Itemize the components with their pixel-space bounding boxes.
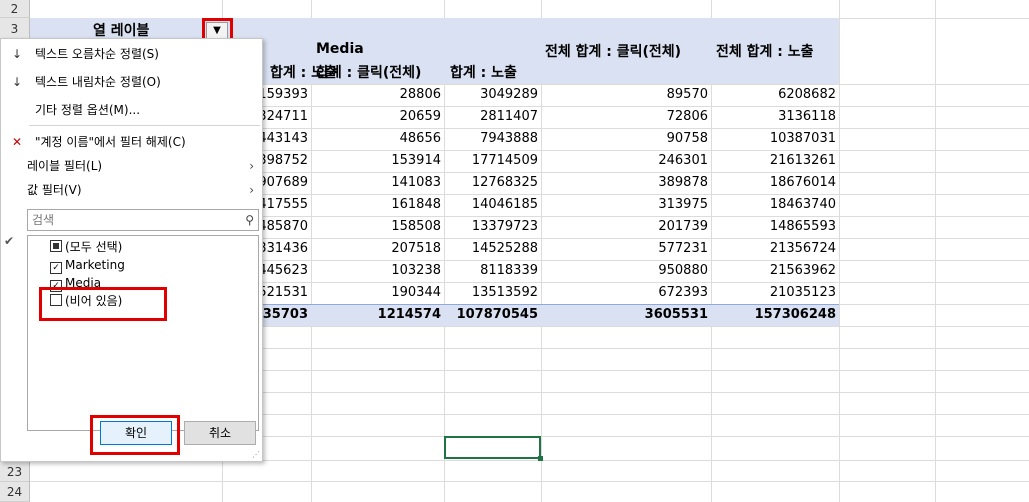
column-gridline bbox=[935, 0, 936, 502]
data-cell[interactable]: 8118339 bbox=[381, 260, 538, 282]
data-cell[interactable]: 14046185 bbox=[381, 194, 538, 216]
selected-cell[interactable] bbox=[444, 436, 543, 461]
column-gridline bbox=[839, 0, 840, 502]
data-cell[interactable]: 21563962 bbox=[679, 260, 836, 282]
sort-ascending-item[interactable]: ↓ 텍스트 오름차순 정렬(S) bbox=[1, 43, 262, 65]
sort-more-options-label: 기타 정렬 옵션(M)... bbox=[35, 103, 141, 117]
data-cell[interactable]: 14865593 bbox=[679, 216, 836, 238]
list-item-marketing[interactable]: ✓ Marketing bbox=[50, 256, 125, 274]
filter-search-placeholder: 검색 bbox=[32, 213, 55, 227]
resize-grip-icon[interactable]: ⋰ bbox=[252, 450, 260, 459]
data-cell[interactable]: 18463740 bbox=[679, 194, 836, 216]
checkmark-icon: ✔ bbox=[4, 234, 15, 248]
menu-separator bbox=[29, 125, 260, 126]
header-total-click: 전체 합계 : 클릭(전체) bbox=[545, 44, 682, 60]
data-cell[interactable]: 18676014 bbox=[679, 172, 836, 194]
clear-filter-icon: ✕ bbox=[11, 135, 23, 149]
data-cell[interactable]: 2811407 bbox=[381, 106, 538, 128]
row-header-24[interactable]: 24 bbox=[0, 482, 30, 502]
column-labels-header: 열 레이블 bbox=[93, 23, 150, 39]
total-cell[interactable]: 107870545 bbox=[381, 304, 538, 326]
checkbox-marketing[interactable]: ✓ bbox=[50, 262, 62, 274]
sort-descending-item[interactable]: ↓ 텍스트 내림차순 정렬(O) bbox=[1, 71, 262, 93]
ok-button-highlight bbox=[90, 415, 180, 455]
data-cell[interactable]: 21356724 bbox=[679, 238, 836, 260]
data-cell[interactable]: 14525288 bbox=[381, 238, 538, 260]
search-icon: ⚲ bbox=[245, 213, 254, 227]
blank-item-highlight bbox=[39, 287, 167, 321]
list-item-select-all[interactable]: (모두 선택) bbox=[50, 238, 122, 256]
row-header-23[interactable]: 23 bbox=[0, 462, 30, 482]
data-cell[interactable]: 7943888 bbox=[381, 128, 538, 150]
chevron-right-icon: › bbox=[249, 159, 254, 173]
checkbox-select-all[interactable] bbox=[50, 240, 62, 252]
list-item-label: (모두 선택) bbox=[65, 240, 123, 254]
sort-ascending-label: 텍스트 오름차순 정렬(S) bbox=[35, 47, 159, 61]
data-cell[interactable]: 13379723 bbox=[381, 216, 538, 238]
filter-search-input[interactable]: 검색 ⚲ bbox=[27, 209, 259, 231]
sort-ascending-icon: ↓ bbox=[11, 47, 23, 61]
sort-descending-label: 텍스트 내림차순 정렬(O) bbox=[35, 75, 161, 89]
label-filter-label: 레이블 필터(L) bbox=[27, 159, 103, 173]
header-media-group: Media bbox=[316, 41, 364, 57]
filter-values-list[interactable]: (모두 선택) ✓ Marketing ✓ Media (비어 있음) bbox=[27, 235, 259, 431]
label-filter-item[interactable]: 레이블 필터(L) › bbox=[1, 155, 262, 177]
cancel-button[interactable]: 취소 bbox=[184, 421, 256, 445]
spreadsheet-grid[interactable]: 2 3 23 24 열 레이블 ▼ 합계 : 노출 Media 합계 : 클릭(… bbox=[0, 0, 1029, 502]
sort-more-options-item[interactable]: 기타 정렬 옵션(M)... bbox=[1, 99, 262, 121]
chevron-right-icon: › bbox=[249, 183, 254, 197]
clear-filter-label: "계정 이름"에서 필터 해제(C) bbox=[35, 135, 186, 149]
header-media-click: 합계 : 클릭(전체) bbox=[316, 65, 422, 81]
value-filter-item[interactable]: 값 필터(V) › bbox=[1, 179, 262, 201]
data-cell[interactable]: 21613261 bbox=[679, 150, 836, 172]
row-header-3[interactable]: 3 bbox=[0, 18, 30, 40]
data-cell[interactable]: 6208682 bbox=[679, 84, 836, 106]
header-total-impr: 전체 합계 : 노출 bbox=[716, 44, 814, 60]
data-cell[interactable]: 13513592 bbox=[381, 282, 538, 304]
data-cell[interactable]: 3136118 bbox=[679, 106, 836, 128]
row-header-2[interactable]: 2 bbox=[0, 0, 30, 18]
list-item-label: Marketing bbox=[65, 258, 125, 272]
sort-descending-icon: ↓ bbox=[11, 75, 23, 89]
total-cell[interactable]: 157306248 bbox=[679, 304, 836, 326]
data-cell[interactable]: 3049289 bbox=[381, 84, 538, 106]
data-cell[interactable]: 12768325 bbox=[381, 172, 538, 194]
data-cell[interactable]: 10387031 bbox=[679, 128, 836, 150]
value-filter-label: 값 필터(V) bbox=[27, 183, 82, 197]
header-media-impr: 합계 : 노출 bbox=[450, 65, 517, 81]
data-cell[interactable]: 17714509 bbox=[381, 150, 538, 172]
data-cell[interactable]: 21035123 bbox=[679, 282, 836, 304]
clear-filter-item[interactable]: ✕ "계정 이름"에서 필터 해제(C) bbox=[1, 131, 262, 153]
filter-dropdown-menu: ↓ 텍스트 오름차순 정렬(S) ↓ 텍스트 내림차순 정렬(O) 기타 정렬 … bbox=[0, 38, 263, 462]
row-gridline bbox=[30, 481, 1029, 482]
